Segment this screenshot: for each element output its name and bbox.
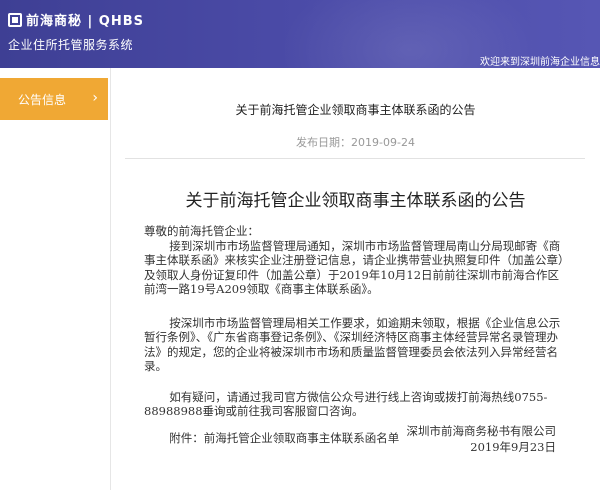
signature-date: 2019年9月23日 [470,440,556,454]
sidebar-item-label: 公告信息 [18,92,67,107]
top-header: 前海商秘 | QHBS 企业住所托管服务系统 欢迎来到深圳前海企业信息 [0,0,600,68]
paragraph-1: 接到深圳市市场监督管理局通知，深圳市市场监督管理局南山分局现邮寄《商事主体联系函… [144,238,564,297]
document-body: 尊敬的前海托管企业： 接到深圳市市场监督管理局通知，深圳市市场监督管理局南山分局… [144,224,564,445]
paragraph-3: 如有疑问，请通过我司官方微信公众号进行线上咨询或拨打前海热线0755-88988… [144,389,548,419]
paragraph-2: 按深圳市市场监督管理局相关工作要求，如逾期未领取，根据《企业信息公示暂行条例》、… [144,315,561,374]
logo-icon [8,12,22,27]
greeting: 尊敬的前海托管企业： [144,224,259,238]
signature-company: 深圳市前海商务秘书有限公司 [406,424,557,438]
welcome-text: 欢迎来到深圳前海企业信息 [480,57,600,68]
sidebar-item-announcements[interactable]: 公告信息 › [0,78,108,120]
signature-block: 深圳市前海商务秘书有限公司 2019年9月23日 [407,423,557,455]
system-name: 企业住所托管服务系统 [8,38,134,52]
publish-date: 发布日期：2019-09-24 [296,136,415,149]
sidebar: 公告信息 › [0,68,110,490]
logo-text: 前海商秘 | QHBS [26,14,145,29]
chevron-right-icon: › [92,90,98,106]
notice-title: 关于前海托管企业领取商事主体联系函的公告 [235,103,476,117]
divider [125,158,585,159]
document-title: 关于前海托管企业领取商事主体联系函的公告 [185,191,526,211]
logo[interactable]: 前海商秘 | QHBS [8,10,144,29]
